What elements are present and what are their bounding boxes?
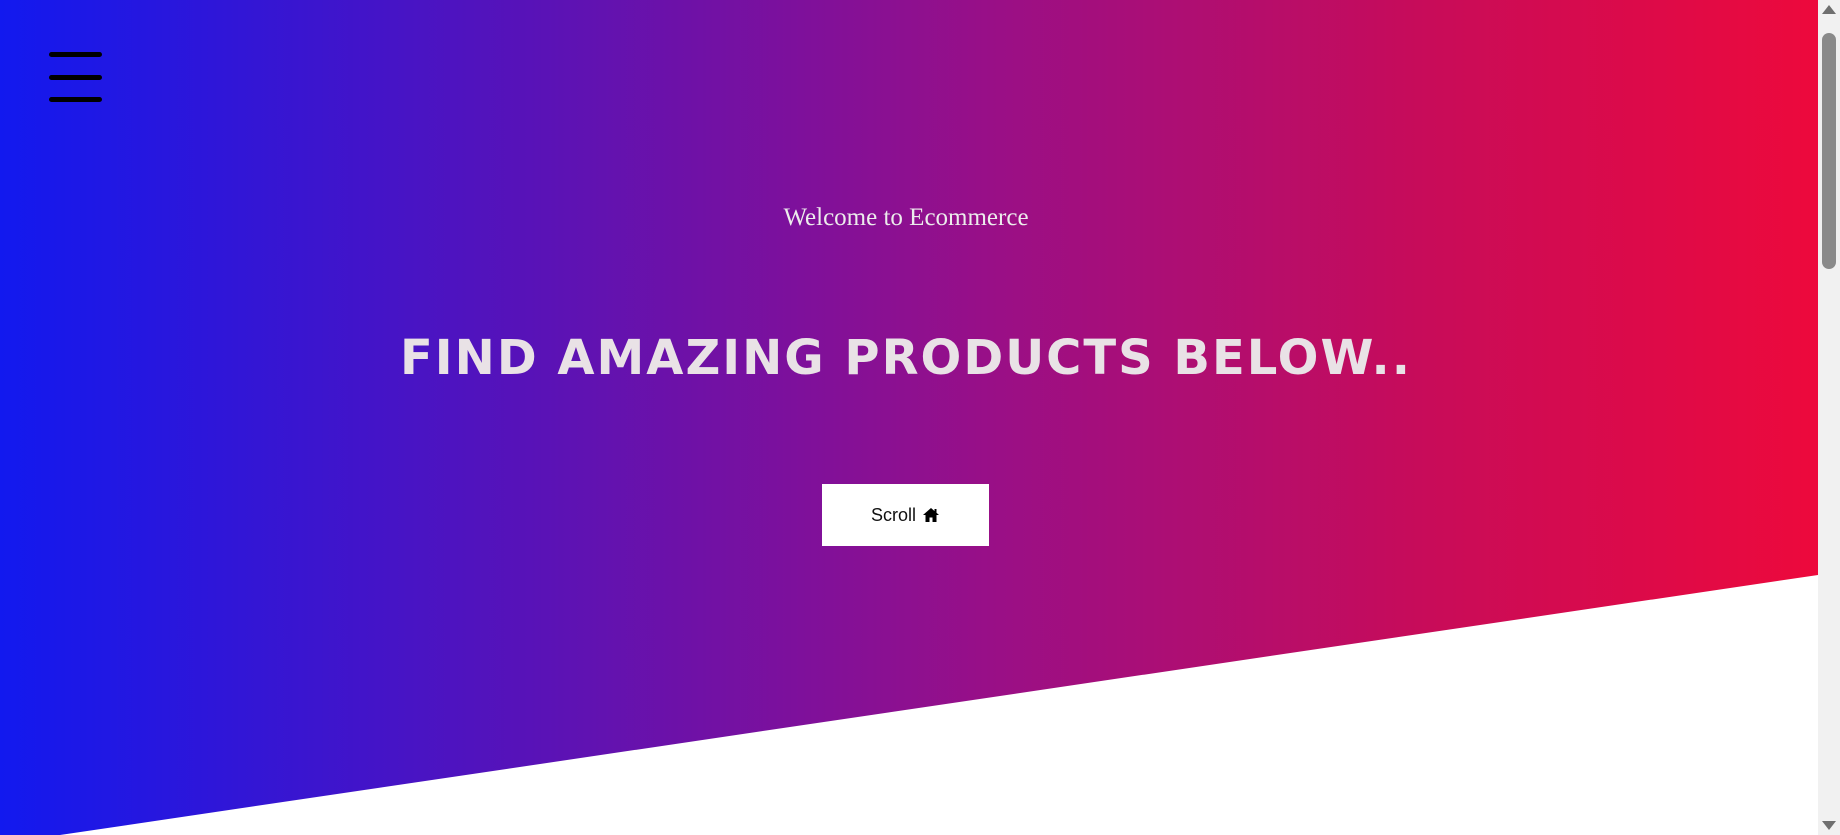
menu-bar-middle [49,75,102,80]
vertical-scrollbar[interactable] [1818,0,1840,835]
page: Welcome to Ecommerce FIND AMAZING PRODUC… [0,0,1840,835]
scroll-up-arrow-icon[interactable] [1822,5,1836,14]
welcome-text: Welcome to Ecommerce [783,204,1029,231]
scroll-button[interactable]: Scroll [822,484,989,546]
scroll-down-arrow-icon[interactable] [1822,821,1836,830]
hamburger-menu-icon[interactable] [49,52,102,102]
scrollbar-thumb[interactable] [1822,33,1836,269]
scroll-button-label: Scroll [870,504,916,525]
home-icon [923,508,939,522]
hero-banner [0,0,1818,835]
hero-headline: FIND AMAZING PRODUCTS BELOW.. [400,330,1412,386]
menu-bar-top [49,52,102,57]
menu-bar-bottom [49,97,102,102]
